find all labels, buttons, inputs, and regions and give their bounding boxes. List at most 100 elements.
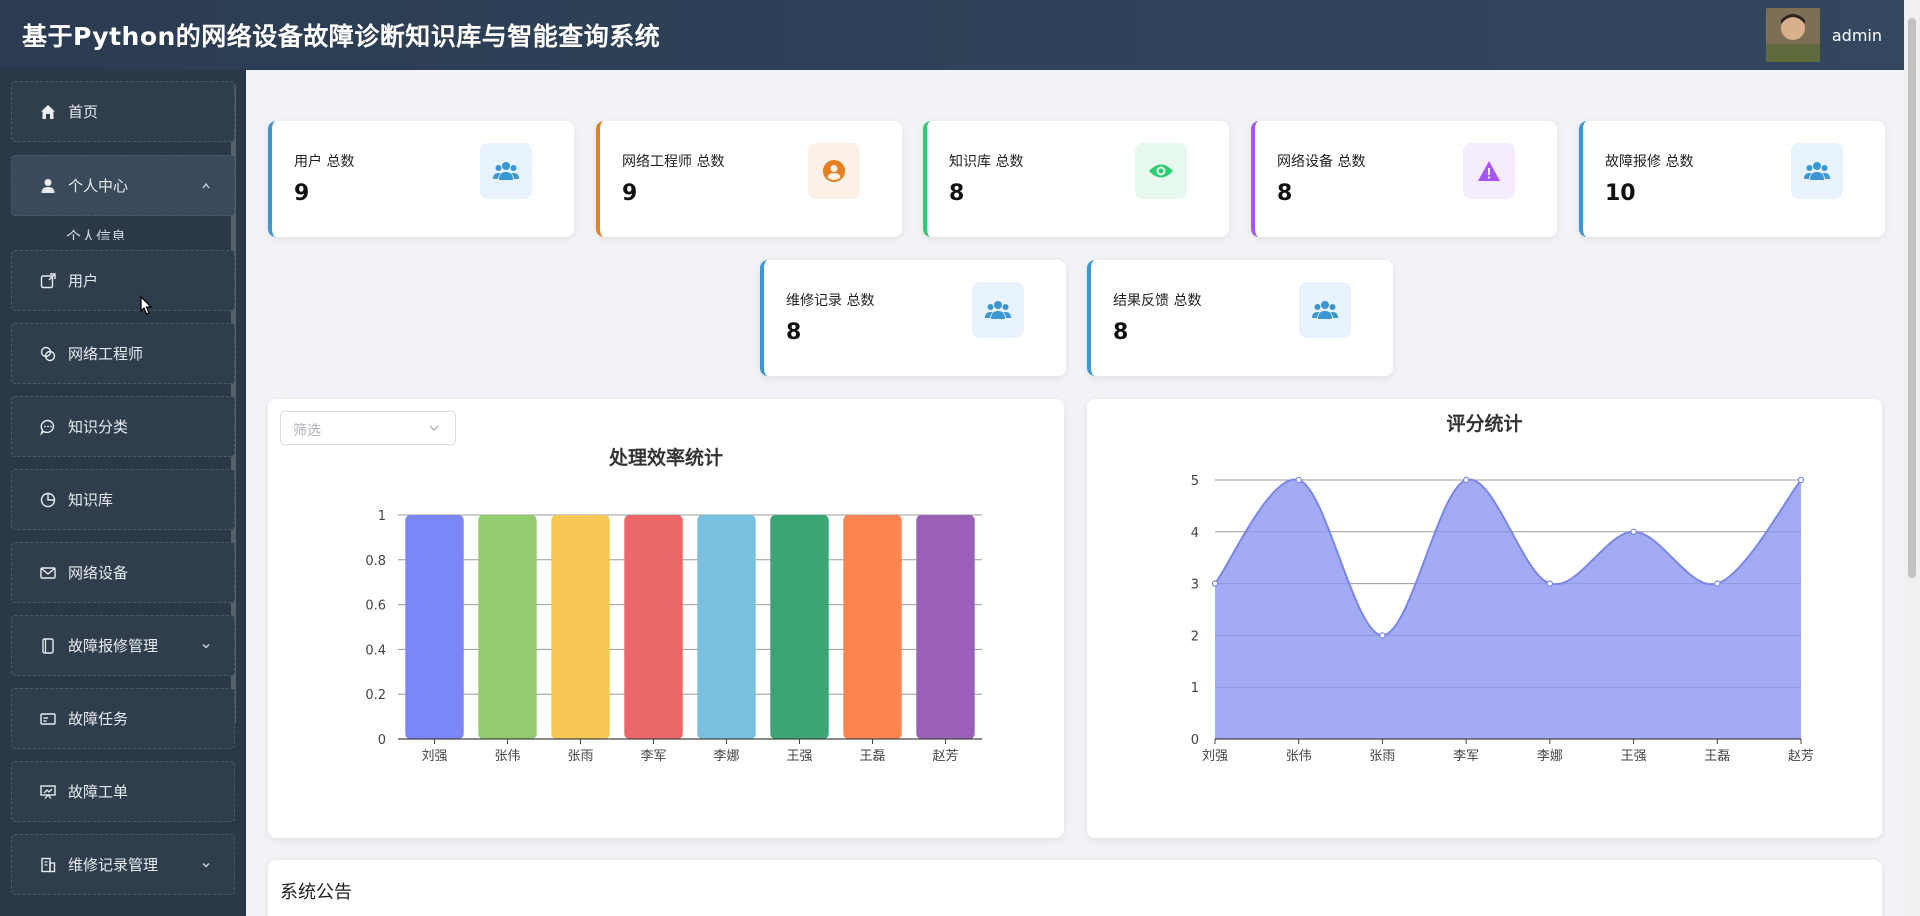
bar <box>843 515 902 739</box>
stat-value: 8 <box>1277 181 1293 206</box>
sidebar-item-label: 故障工单 <box>68 783 129 801</box>
stat-label: 故障报修 总数 <box>1605 154 1694 170</box>
area-chart: 0 1 2 3 4 5 刘强 张伟 张雨 李军 李娜 王强 王磊 赵芳 <box>1191 474 1814 764</box>
phone-icon <box>38 636 58 656</box>
y-tick-label: 0.6 <box>365 599 386 614</box>
sidebar-item-fault-orders[interactable]: 故障工单 <box>11 761 235 822</box>
data-point <box>1295 476 1302 484</box>
chat-icon <box>38 417 58 437</box>
page-scrollbar-thumb[interactable] <box>1908 18 1916 578</box>
stat-value: 9 <box>622 181 638 206</box>
page-scrollbar[interactable] <box>1904 0 1920 916</box>
area-fill <box>1215 479 1801 739</box>
x-tick-label: 李娜 <box>1537 749 1563 764</box>
stat-label: 网络工程师 总数 <box>622 154 725 170</box>
bar <box>551 515 610 739</box>
stat-value: 10 <box>1605 181 1636 206</box>
user-menu[interactable]: admin <box>1765 8 1882 62</box>
sidebar-item-fault-report-mgmt[interactable]: 故障报修管理 <box>11 615 235 676</box>
bar <box>697 515 756 739</box>
stat-value: 8 <box>786 320 802 345</box>
bar <box>916 515 975 739</box>
chevron-up-icon <box>200 178 212 196</box>
y-tick-label: 1 <box>378 509 386 524</box>
sidebar-item-label: 知识库 <box>68 491 114 509</box>
y-tick-label: 0.8 <box>365 554 386 569</box>
sidebar-item-knowledge-base[interactable]: 知识库 <box>11 469 235 530</box>
data-point <box>1462 476 1470 484</box>
sidebar-item-users[interactable]: 用户 <box>11 250 235 311</box>
mail-icon <box>38 563 58 583</box>
data-point <box>1379 632 1386 639</box>
y-tick-label: 0.2 <box>365 688 386 703</box>
system-notice-panel: 系统公告 <box>268 860 1882 916</box>
link-icon <box>38 344 58 364</box>
sidebar-item-profile[interactable]: 个人中心 <box>11 155 235 216</box>
x-tick-label: 李娜 <box>713 749 739 764</box>
x-tick-label: 王强 <box>786 749 812 764</box>
x-tick-label: 张雨 <box>567 749 593 764</box>
data-point <box>1630 528 1637 535</box>
data-point <box>1546 580 1554 587</box>
home-icon <box>38 102 58 122</box>
stat-card-fault-reports[interactable]: 故障报修 总数 10 <box>1579 121 1885 237</box>
stat-value: 8 <box>949 181 965 206</box>
sidebar-item-knowledge-category[interactable]: 知识分类 <box>11 396 235 457</box>
users-icon <box>480 143 532 199</box>
stat-label: 结果反馈 总数 <box>1113 293 1202 309</box>
y-tick-label: 0.4 <box>365 643 386 658</box>
x-tick-label: 赵芳 <box>1788 749 1814 764</box>
stat-card-users[interactable]: 用户 总数 9 <box>268 121 574 237</box>
stat-label: 维修记录 总数 <box>786 293 875 309</box>
stat-label: 网络设备 总数 <box>1277 154 1366 170</box>
sidebar-item-engineers[interactable]: 网络工程师 <box>11 323 235 384</box>
x-tick-label: 张雨 <box>1369 749 1395 764</box>
y-tick-label: 0 <box>1191 733 1199 748</box>
x-tick-label: 张伟 <box>494 749 520 764</box>
sidebar-item-label: 网络设备 <box>68 564 129 582</box>
bar <box>405 515 464 739</box>
top-header: 基于Python的网络设备故障诊断知识库与智能查询系统 admin <box>0 0 1904 70</box>
sidebar-item-label: 网络工程师 <box>68 345 144 363</box>
app-title: 基于Python的网络设备故障诊断知识库与智能查询系统 <box>22 22 661 51</box>
stat-card-engineers[interactable]: 网络工程师 总数 9 <box>596 121 902 237</box>
sidebar-subitem-personal-info[interactable]: 个人信息 <box>66 226 126 240</box>
data-point <box>1714 580 1721 587</box>
y-tick-label: 3 <box>1191 578 1199 593</box>
chevron-down-icon <box>200 638 212 656</box>
sidebar-item-label: 用户 <box>68 272 99 290</box>
x-tick-label: 李军 <box>1453 749 1479 764</box>
users-icon <box>972 282 1024 338</box>
x-tick-label: 李军 <box>640 749 666 764</box>
x-tick-label: 王强 <box>1621 749 1647 764</box>
avatar[interactable] <box>1765 8 1820 62</box>
efficiency-chart-panel: 筛选 处理效率统计 0 0.2 0.4 0.6 0.8 1 刘强 张伟 张雨 李军 李娜 王强 王磊 赵芳 <box>268 399 1064 838</box>
username[interactable]: admin <box>1832 26 1882 45</box>
data-point <box>1797 476 1805 484</box>
stat-card-knowledge[interactable]: 知识库 总数 8 <box>923 121 1229 237</box>
sidebar-item-label: 故障报修管理 <box>68 637 159 655</box>
presentation-icon <box>38 782 58 802</box>
y-tick-label: 2 <box>1191 629 1199 644</box>
sidebar-item-label: 个人中心 <box>68 177 129 195</box>
sidebar-item-home[interactable]: 首页 <box>11 81 235 142</box>
stat-card-repair-records[interactable]: 维修记录 总数 8 <box>760 260 1066 376</box>
eye-icon <box>1135 143 1187 199</box>
notice-title: 系统公告 <box>280 882 352 903</box>
stat-card-devices[interactable]: 网络设备 总数 8 <box>1251 121 1557 237</box>
y-tick-label: 5 <box>1191 474 1199 489</box>
stat-card-feedback[interactable]: 结果反馈 总数 8 <box>1087 260 1393 376</box>
person-circle-icon <box>808 143 860 199</box>
sidebar-item-fault-tasks[interactable]: 故障任务 <box>11 688 235 749</box>
x-tick-label: 王磊 <box>1704 749 1730 764</box>
x-tick-label: 张伟 <box>1286 749 1312 764</box>
y-tick-label: 4 <box>1191 526 1199 541</box>
rating-chart-panel: 评分统计 0 1 2 3 4 5 刘强 张伟 张雨 李军 李娜 王强 王磊 赵芳 <box>1087 399 1882 838</box>
share-box-icon <box>38 271 58 291</box>
user-icon <box>38 176 58 196</box>
x-tick-label: 王磊 <box>859 749 885 764</box>
sidebar-item-repair-records-mgmt[interactable]: 维修记录管理 <box>11 834 235 895</box>
x-tick-label: 刘强 <box>1202 749 1228 764</box>
sidebar-item-network-devices[interactable]: 网络设备 <box>11 542 235 603</box>
warning-icon <box>1463 143 1515 199</box>
